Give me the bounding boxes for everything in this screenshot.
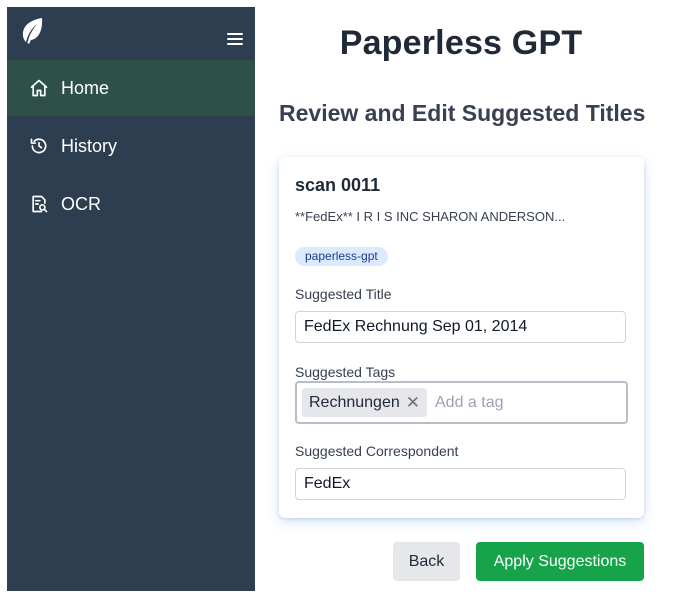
sidebar-nav: Home History OCR	[7, 60, 255, 234]
suggested-correspondent-input[interactable]	[295, 468, 626, 500]
page-subtitle: Review and Edit Suggested Titles	[279, 100, 646, 126]
document-title: scan 0011	[295, 175, 381, 195]
suggested-tags-label: Suggested Tags	[295, 364, 396, 380]
document-snippet: **FedEx** I R I S INC SHARON ANDERSON...	[295, 209, 566, 224]
suggested-title-input[interactable]	[295, 311, 626, 343]
leaf-icon[interactable]	[20, 17, 44, 47]
sidebar-item-label: History	[61, 135, 118, 156]
sidebar-item-ocr[interactable]: OCR	[7, 176, 255, 232]
add-tag-input[interactable]	[433, 392, 587, 413]
home-icon	[29, 78, 49, 98]
close-icon[interactable]: ✕	[406, 393, 420, 413]
document-card: scan 0011 **FedEx** I R I S INC SHARON A…	[279, 157, 644, 518]
sidebar-item-label: Home	[61, 77, 110, 98]
hamburger-icon[interactable]	[227, 33, 243, 47]
sidebar-item-label: OCR	[61, 193, 101, 214]
tag-badge: paperless-gpt	[295, 247, 388, 266]
apply-suggestions-button[interactable]: Apply Suggestions	[476, 542, 644, 581]
main-content: Paperless GPT Review and Edit Suggested …	[255, 0, 686, 599]
sidebar-item-home[interactable]: Home	[7, 60, 255, 116]
suggested-correspondent-label: Suggested Correspondent	[295, 443, 459, 459]
tag-chip-label: Rechnungen	[309, 393, 400, 411]
suggested-title-label: Suggested Title	[295, 286, 392, 302]
back-button[interactable]: Back	[393, 542, 460, 581]
history-icon	[29, 136, 49, 156]
sidebar-item-history[interactable]: History	[7, 118, 255, 174]
document-search-icon	[29, 194, 49, 214]
page-title: Paperless GPT	[339, 24, 583, 62]
sidebar: Home History OCR	[7, 7, 255, 591]
tag-chip: Rechnungen ✕	[302, 388, 427, 417]
tags-input-container[interactable]: Rechnungen ✕	[295, 381, 628, 424]
